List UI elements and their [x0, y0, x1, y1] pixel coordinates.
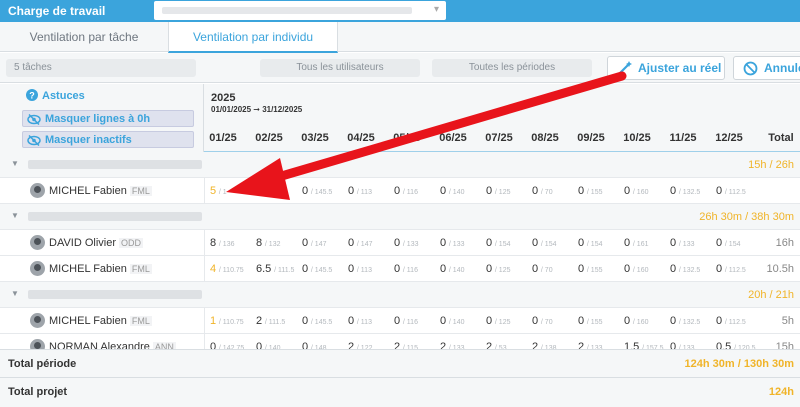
annotation-arrow-icon: [226, 71, 627, 200]
